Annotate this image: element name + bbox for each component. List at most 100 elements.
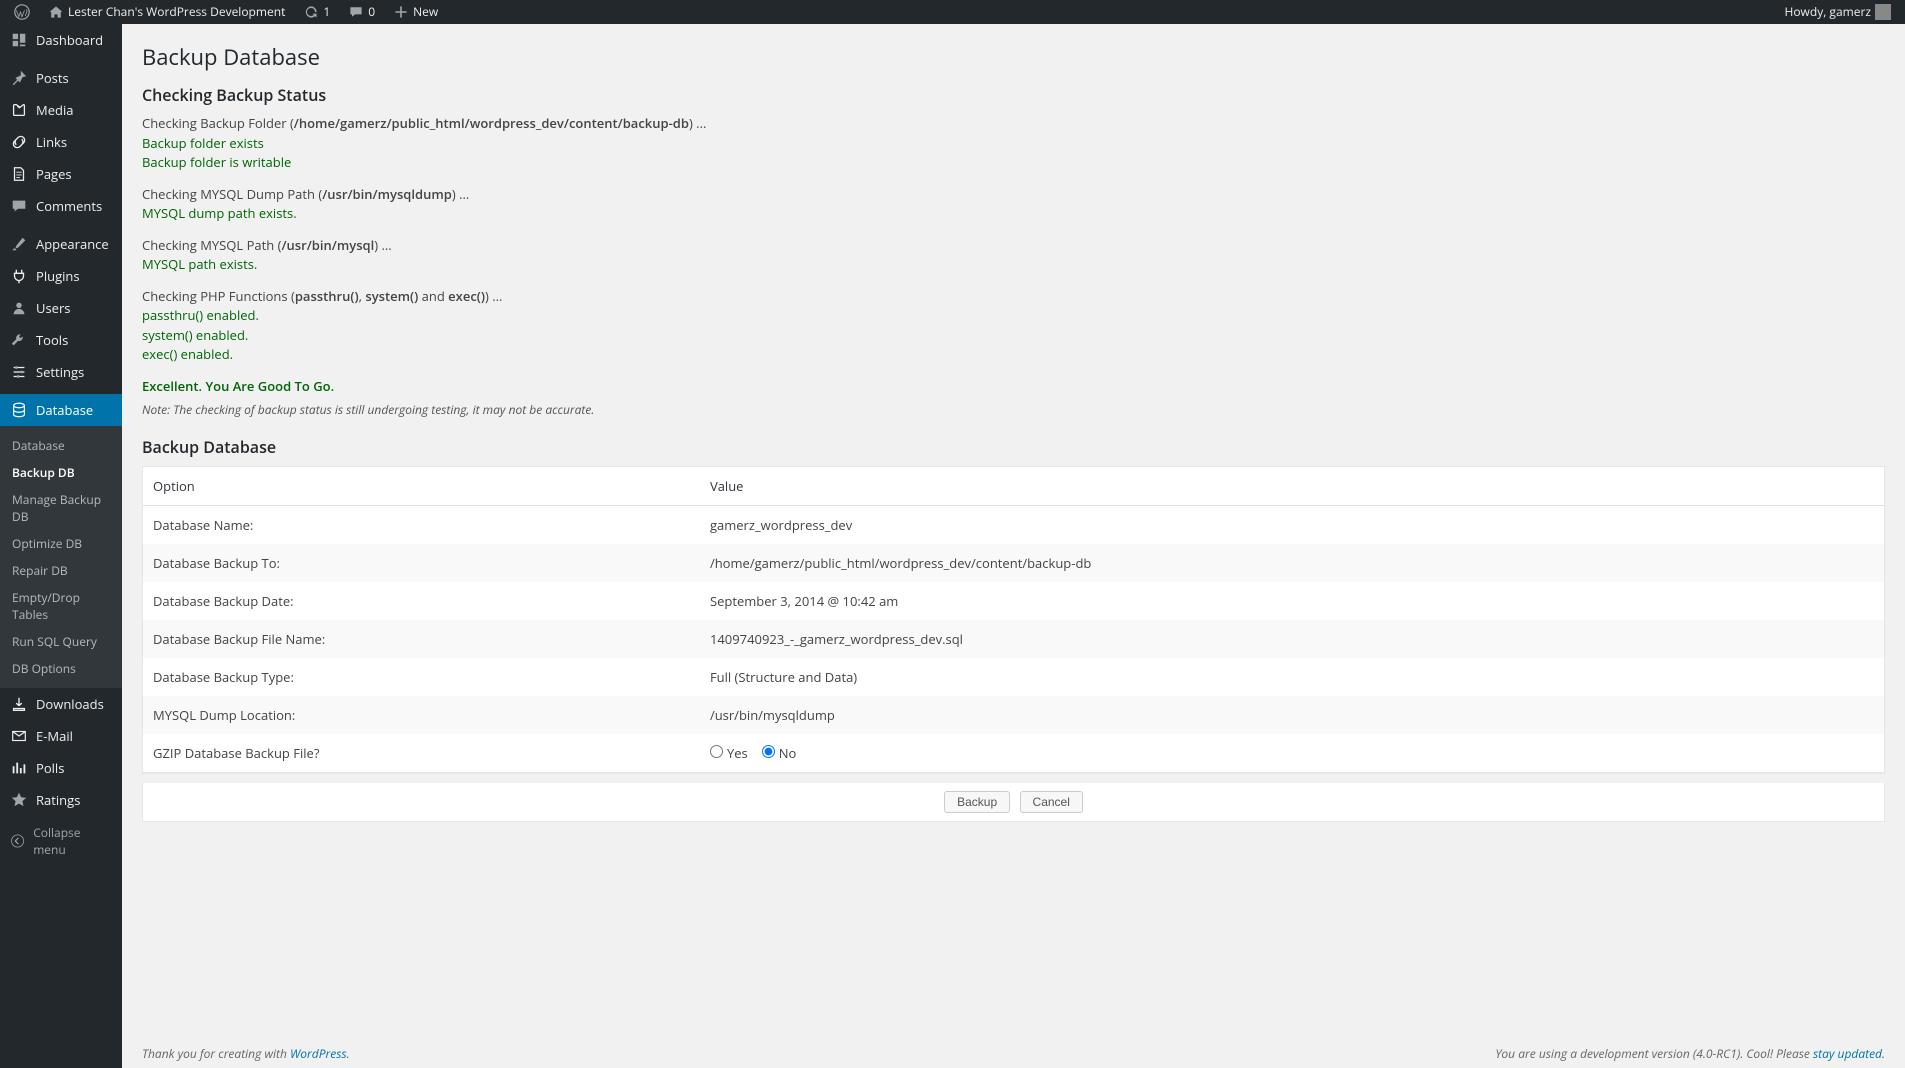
updates-count: 1 xyxy=(323,0,330,24)
wrench-icon xyxy=(10,331,28,349)
sidebar-item-label: Settings xyxy=(36,363,84,381)
collapse-menu[interactable]: Collapse menu xyxy=(0,816,122,866)
sidebar-item-media[interactable]: Media xyxy=(0,94,122,126)
sidebar-item-polls[interactable]: Polls xyxy=(0,752,122,784)
submenu-item-optimize-db[interactable]: Optimize DB xyxy=(0,530,122,557)
howdy[interactable]: Howdy, gamerz xyxy=(1778,0,1897,24)
footer-thanks: Thank you for creating with WordPress. xyxy=(142,1045,350,1062)
table-row: Database Name:gamerz_wordpress_dev xyxy=(143,505,1885,544)
sidebar-item-label: Dashboard xyxy=(36,31,103,49)
site-home[interactable]: Lester Chan's WordPress Development xyxy=(42,0,291,24)
submenu-item-empty-drop-tables[interactable]: Empty/Drop Tables xyxy=(0,584,122,628)
database-icon xyxy=(10,401,28,419)
sidebar-item-settings[interactable]: Settings xyxy=(0,356,122,388)
submenu-item-backup-db[interactable]: Backup DB xyxy=(0,459,122,486)
sidebar-item-label: Database xyxy=(36,401,93,419)
gzip-yes-label[interactable]: Yes xyxy=(710,744,748,762)
comments-bar[interactable]: 0 xyxy=(342,0,381,24)
sidebar-item-label: Links xyxy=(36,133,67,151)
submenu-item-run-sql-query[interactable]: Run SQL Query xyxy=(0,628,122,655)
excellent-msg: Excellent. You Are Good To Go. xyxy=(142,377,1885,395)
collapse-label: Collapse menu xyxy=(33,824,112,858)
option-cell: Database Name: xyxy=(143,505,700,544)
sidebar-item-users[interactable]: Users xyxy=(0,292,122,324)
option-cell: Database Backup To: xyxy=(143,544,700,582)
brush-icon xyxy=(10,235,28,253)
media-icon xyxy=(10,101,28,119)
note-msg: Note: The checking of backup status is s… xyxy=(142,401,1885,418)
status-php: Checking PHP Functions (passthru(), syst… xyxy=(142,287,1885,365)
value-cell: /usr/bin/mysqldump xyxy=(700,696,1885,734)
poll-icon xyxy=(10,759,28,777)
sidebar-item-label: Tools xyxy=(36,331,68,349)
sidebar-item-label: Comments xyxy=(36,197,102,215)
value-cell: Yes No xyxy=(700,734,1885,773)
table-row: Database Backup File Name:1409740923_-_g… xyxy=(143,620,1885,658)
page-content: Backup Database Checking Backup Status C… xyxy=(122,24,1905,1068)
status-mysqldump: Checking MYSQL Dump Path (/usr/bin/mysql… xyxy=(142,185,1885,224)
sidebar-item-label: Plugins xyxy=(36,267,80,285)
sidebar-item-pages[interactable]: Pages xyxy=(0,158,122,190)
submenu-item-repair-db[interactable]: Repair DB xyxy=(0,557,122,584)
sidebar-item-plugins[interactable]: Plugins xyxy=(0,260,122,292)
cancel-button[interactable]: Cancel xyxy=(1020,791,1083,813)
page-title: Backup Database xyxy=(142,42,1885,72)
table-row: Database Backup Type:Full (Structure and… xyxy=(143,658,1885,696)
submenu-item-manage-backup-db[interactable]: Manage Backup DB xyxy=(0,486,122,530)
howdy-text: Howdy, gamerz xyxy=(1784,0,1871,24)
sidebar-item-links[interactable]: Links xyxy=(0,126,122,158)
sidebar-item-downloads[interactable]: Downloads xyxy=(0,688,122,720)
sidebar-item-label: Posts xyxy=(36,69,69,87)
option-cell: GZIP Database Backup File? xyxy=(143,734,700,773)
sidebar-item-label: Downloads xyxy=(36,695,104,713)
updates[interactable]: 1 xyxy=(297,0,336,24)
footer-version: You are using a development version (4.0… xyxy=(1495,1045,1885,1062)
value-cell: Full (Structure and Data) xyxy=(700,658,1885,696)
col-option: Option xyxy=(143,466,700,505)
gzip-no-label[interactable]: No xyxy=(762,744,797,762)
sidebar-item-posts[interactable]: Posts xyxy=(0,62,122,94)
wordpress-icon xyxy=(14,4,30,20)
comment-icon xyxy=(10,197,28,215)
sidebar-item-dashboard[interactable]: Dashboard xyxy=(0,24,122,56)
admin-sidebar: Dashboard Posts Media Links Pages Comments App… xyxy=(0,24,122,1068)
sidebar-item-label: E-Mail xyxy=(36,727,73,745)
stay-updated-link[interactable]: stay updated xyxy=(1813,1045,1882,1062)
sidebar-item-label: Media xyxy=(36,101,73,119)
sidebar-item-e-mail[interactable]: E-Mail xyxy=(0,720,122,752)
status-folder: Checking Backup Folder (/home/gamerz/pub… xyxy=(142,114,1885,173)
gzip-no-radio[interactable] xyxy=(762,745,775,758)
submenu-item-database[interactable]: Database xyxy=(0,432,122,459)
submenu-item-db-options[interactable]: DB Options xyxy=(0,655,122,682)
user-icon xyxy=(10,299,28,317)
option-cell: Database Backup File Name: xyxy=(143,620,700,658)
avatar xyxy=(1875,4,1891,20)
backup-button[interactable]: Backup xyxy=(944,791,1010,813)
gzip-yes-radio[interactable] xyxy=(710,745,723,758)
new-content[interactable]: New xyxy=(387,0,444,24)
sliders-icon xyxy=(10,363,28,381)
mail-icon xyxy=(10,727,28,745)
sidebar-item-appearance[interactable]: Appearance xyxy=(0,228,122,260)
collapse-icon xyxy=(10,833,25,849)
sidebar-item-database[interactable]: Database xyxy=(0,394,122,426)
sidebar-item-comments[interactable]: Comments xyxy=(0,190,122,222)
pin-icon xyxy=(10,69,28,87)
checking-heading: Checking Backup Status xyxy=(142,84,1885,106)
wp-logo[interactable] xyxy=(8,4,36,20)
form-buttons: Backup Cancel xyxy=(142,783,1885,822)
site-name: Lester Chan's WordPress Development xyxy=(68,0,285,24)
comment-icon xyxy=(348,4,364,20)
sidebar-item-tools[interactable]: Tools xyxy=(0,324,122,356)
table-row-gzip: GZIP Database Backup File? Yes No xyxy=(143,734,1885,773)
submenu: DatabaseBackup DBManage Backup DBOptimiz… xyxy=(0,426,122,688)
sidebar-item-label: Users xyxy=(36,299,70,317)
sidebar-item-label: Pages xyxy=(36,165,72,183)
new-label: New xyxy=(413,0,438,24)
link-icon xyxy=(10,133,28,151)
value-cell: September 3, 2014 @ 10:42 am xyxy=(700,582,1885,620)
plug-icon xyxy=(10,267,28,285)
value-cell: 1409740923_-_gamerz_wordpress_dev.sql xyxy=(700,620,1885,658)
sidebar-item-ratings[interactable]: Ratings xyxy=(0,784,122,816)
wordpress-link[interactable]: WordPress xyxy=(290,1045,347,1062)
